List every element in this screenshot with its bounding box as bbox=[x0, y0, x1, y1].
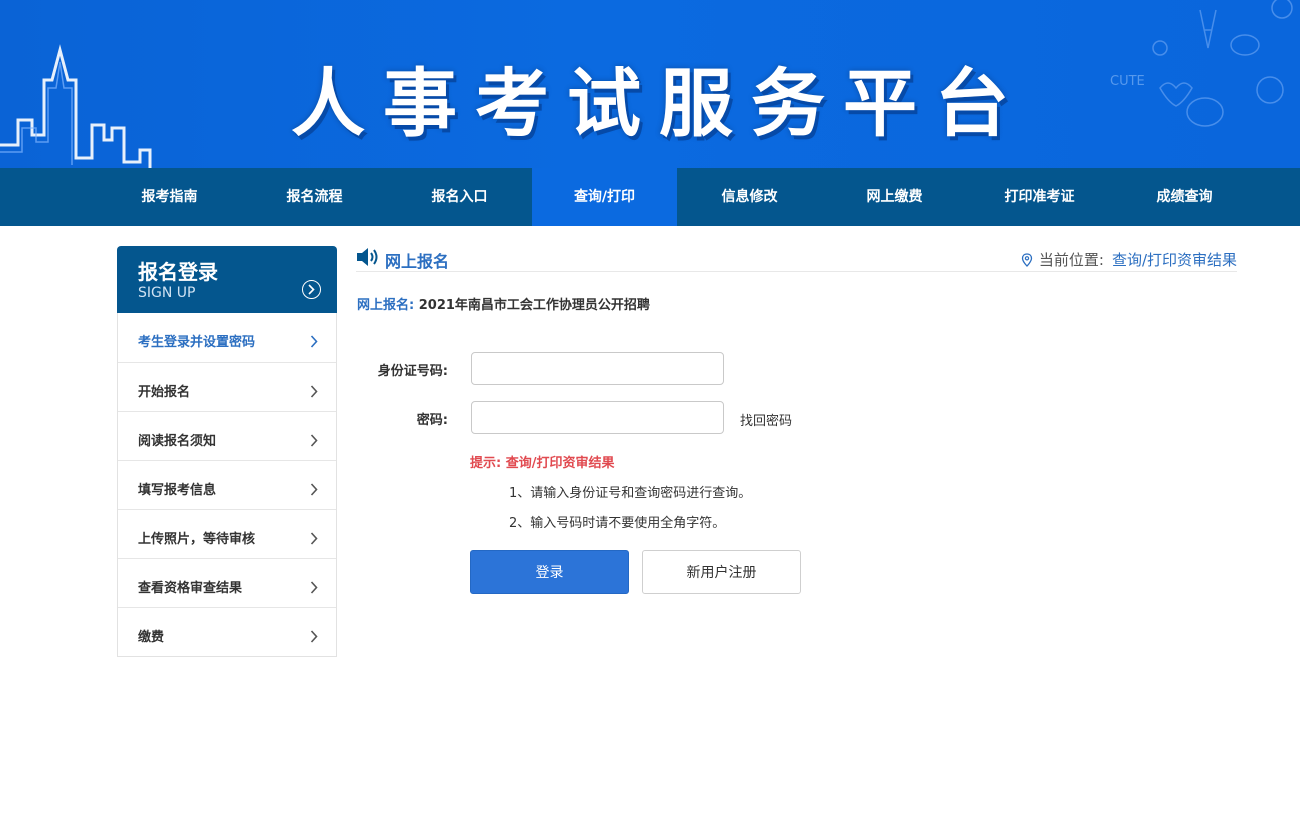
password-input[interactable] bbox=[471, 401, 724, 434]
sidebar-item[interactable]: 上传照片，等待审核 bbox=[118, 509, 336, 558]
password-row: 密码: 找回密码 bbox=[356, 401, 1237, 435]
exam-label: 网上报名: bbox=[357, 298, 415, 313]
sidebar-item-label: 查看资格审查结果 bbox=[138, 581, 243, 596]
content-header: 网上报名 当前位置: 查询/打印资审结果 bbox=[356, 246, 1237, 272]
sidebar-item-label: 考生登录并设置密码 bbox=[138, 335, 256, 350]
sidebar: 报名登录 SIGN UP 考生登录并设置密码 开始报名阅读报名须知 填写报考信息上传… bbox=[117, 246, 337, 657]
nav-item-6[interactable]: 网上缴费 bbox=[822, 168, 967, 226]
chevron-right-icon bbox=[310, 532, 318, 545]
section-title: 网上报名 bbox=[385, 252, 450, 271]
site-banner: CUTE 人事考试服务平台 bbox=[0, 0, 1300, 168]
speaker-icon bbox=[357, 248, 378, 266]
nav-item-3[interactable]: 报名入口 bbox=[387, 168, 532, 226]
chevron-right-icon bbox=[310, 630, 318, 643]
id-row: 身份证号码: bbox=[356, 352, 1237, 386]
nav-item-5[interactable]: 信息修改 bbox=[677, 168, 822, 226]
sidebar-item-label: 填写报考信息 bbox=[138, 483, 217, 498]
sidebar-item[interactable]: 缴费 bbox=[118, 607, 336, 656]
sidebar-menu: 考生登录并设置密码 开始报名阅读报名须知 填写报考信息上传照片，等待审核 查看资格审查… bbox=[117, 313, 337, 657]
main-nav: 报考指南 报名流程 报名入口 查询/打印 信息修改 网上缴费 打印准考证 成绩查询 bbox=[0, 168, 1300, 226]
chevron-right-icon bbox=[310, 385, 318, 398]
nav-item-8[interactable]: 成绩查询 bbox=[1112, 168, 1257, 226]
nav-item-2[interactable]: 报名流程 bbox=[242, 168, 387, 226]
id-label: 身份证号码: bbox=[377, 364, 448, 379]
nav-item-7[interactable]: 打印准考证 bbox=[967, 168, 1112, 226]
login-button[interactable]: 登录 bbox=[470, 550, 629, 594]
exam-info: 网上报名: 2021年南昌市工会工作协理员公开招聘 bbox=[357, 294, 650, 313]
breadcrumb: 当前位置: 查询/打印资审结果 bbox=[1021, 249, 1237, 270]
sidebar-header: 报名登录 SIGN UP bbox=[117, 246, 337, 313]
sidebar-item[interactable]: 考生登录并设置密码 bbox=[118, 313, 336, 362]
chevron-right-icon bbox=[310, 434, 318, 447]
breadcrumb-label: 当前位置: bbox=[1038, 251, 1104, 269]
content-panel: 网上报名 当前位置: 查询/打印资审结果 网上报名: 2021年南昌市工会工作协理… bbox=[356, 246, 1237, 594]
sidebar-item-label: 阅读报名须知 bbox=[138, 434, 217, 449]
sidebar-item[interactable]: 开始报名 bbox=[118, 362, 336, 411]
sidebar-item[interactable]: 填写报考信息 bbox=[118, 460, 336, 509]
id-number-input[interactable] bbox=[471, 352, 724, 385]
register-button[interactable]: 新用户注册 bbox=[642, 550, 801, 594]
sidebar-item-label: 缴费 bbox=[138, 630, 165, 645]
recover-password-link[interactable]: 找回密码 bbox=[740, 410, 792, 429]
password-label: 密码: bbox=[416, 413, 448, 428]
sidebar-item-label: 开始报名 bbox=[138, 385, 191, 400]
chevron-right-icon bbox=[310, 335, 318, 348]
chevron-right-icon bbox=[310, 581, 318, 594]
nav-item-1[interactable]: 报考指南 bbox=[97, 168, 242, 226]
banner-title: 人事考试服务平台 bbox=[291, 61, 1027, 147]
location-pin-icon bbox=[1021, 253, 1033, 267]
note-2: 2、输入号码时请不要使用全角字符。 bbox=[509, 516, 726, 531]
exam-name: 2021年南昌市工会工作协理员公开招聘 bbox=[418, 298, 650, 313]
chevron-right-icon bbox=[310, 483, 318, 496]
main-content: 报名登录 SIGN UP 考生登录并设置密码 开始报名阅读报名须知 填写报考信息上传… bbox=[0, 226, 1300, 818]
sidebar-item[interactable]: 查看资格审查结果 bbox=[118, 558, 336, 607]
hint-text: 提示: 查询/打印资审结果 bbox=[470, 456, 615, 471]
sidebar-item[interactable]: 阅读报名须知 bbox=[118, 411, 336, 460]
nav-item-4[interactable]: 查询/打印 bbox=[532, 168, 677, 226]
breadcrumb-current[interactable]: 查询/打印资审结果 bbox=[1112, 251, 1237, 269]
sidebar-item-label: 上传照片，等待审核 bbox=[138, 532, 256, 547]
circle-arrow-icon bbox=[302, 280, 321, 299]
note-1: 1、请输入身份证号和查询密码进行查询。 bbox=[509, 486, 752, 501]
